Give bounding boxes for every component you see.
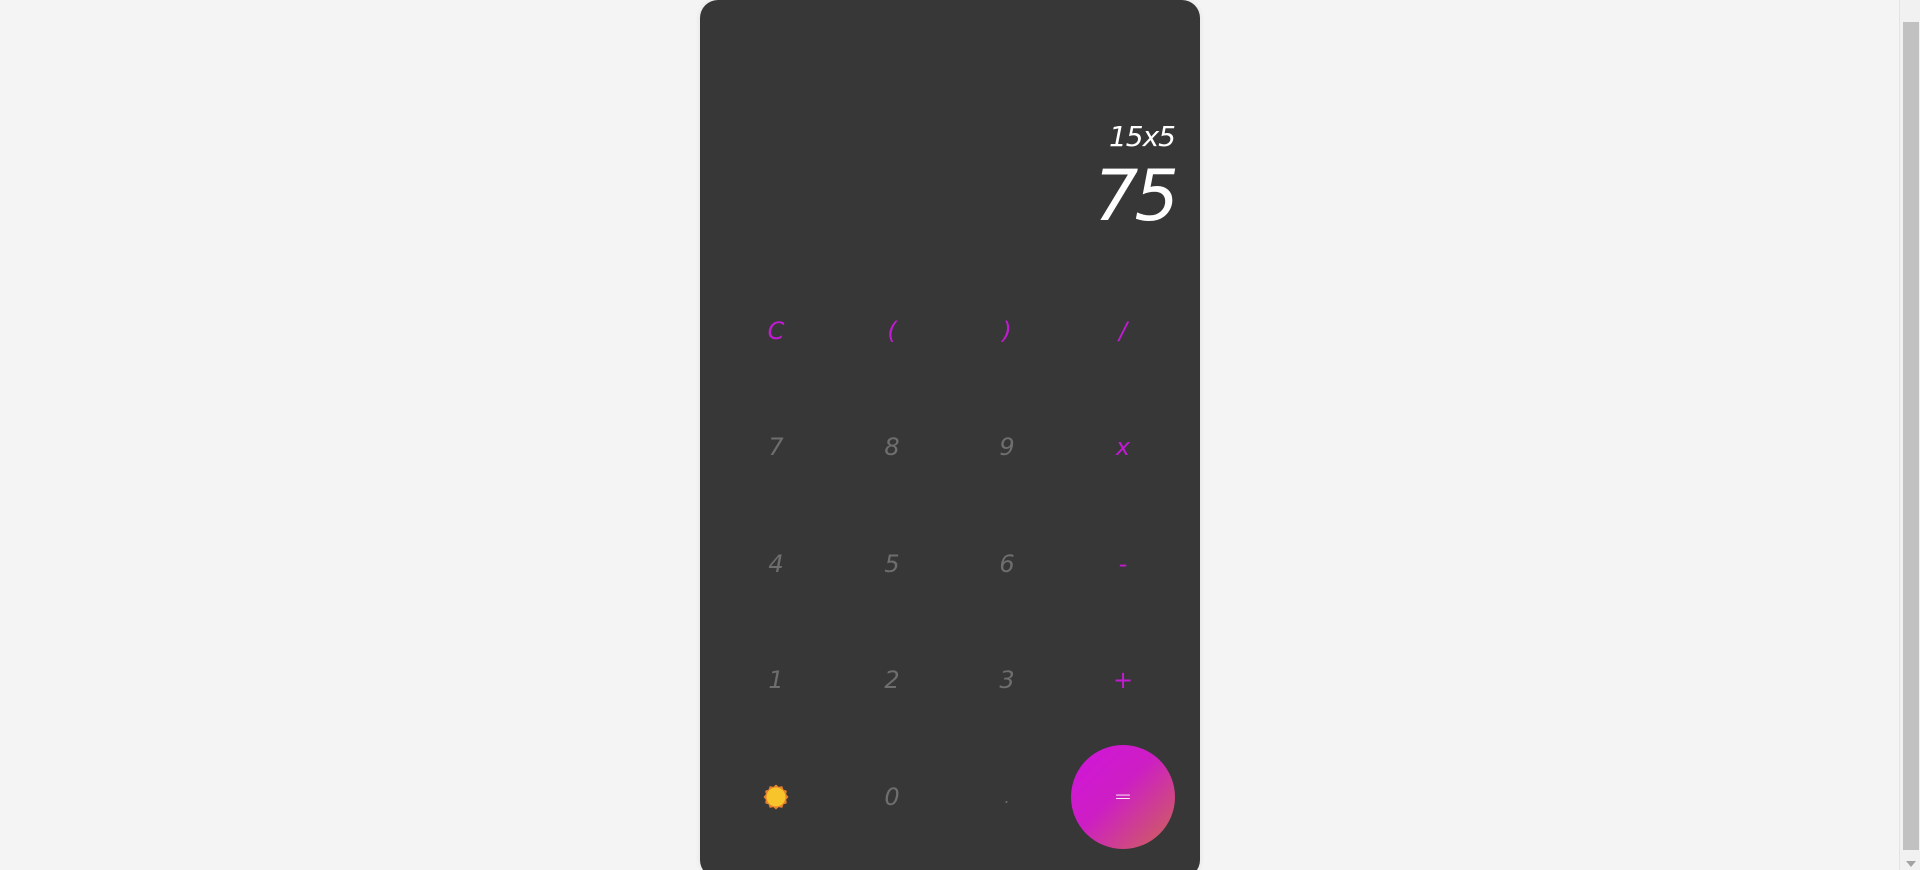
- scroll-down-arrow-icon[interactable]: [1906, 861, 1916, 867]
- equals-button[interactable]: =: [1071, 745, 1175, 849]
- keypad: C()/ 7 8 9 x 4 5 6- 1 2 3 +0. =: [700, 0, 1200, 870]
- digit-5-button[interactable]: 5: [840, 512, 944, 616]
- decimal-button[interactable]: .: [955, 745, 1059, 849]
- multiply-button[interactable]: x: [1071, 395, 1175, 499]
- sun-icon: [763, 784, 789, 810]
- digit-8-button[interactable]: 8: [840, 395, 944, 499]
- digit-4-button[interactable]: 4: [724, 512, 828, 616]
- add-button[interactable]: +: [1071, 628, 1175, 732]
- open-paren-button[interactable]: (: [840, 279, 944, 383]
- theme-toggle-button[interactable]: [756, 777, 796, 817]
- digit-9-button[interactable]: 9: [955, 395, 1059, 499]
- scrollbar-thumb[interactable]: [1903, 22, 1919, 850]
- page: 15x5 75 C()/7 8 9 x 4 5 6-1 2 3 +0. =: [0, 0, 1920, 870]
- digit-6-button[interactable]: 6: [955, 512, 1059, 616]
- subtract-button[interactable]: -: [1071, 512, 1175, 616]
- digit-0-button[interactable]: 0: [840, 745, 944, 849]
- digit-7-button[interactable]: 7: [724, 395, 828, 499]
- digit-3-button[interactable]: 3: [955, 628, 1059, 732]
- vertical-scrollbar[interactable]: [1899, 0, 1920, 870]
- digit-1-button[interactable]: 1: [724, 628, 828, 732]
- divide-button[interactable]: /: [1071, 279, 1175, 383]
- digit-2-button[interactable]: 2: [840, 628, 944, 732]
- close-paren-button[interactable]: ): [955, 279, 1059, 383]
- calculator: 15x5 75 C()/7 8 9 x 4 5 6-1 2 3 +0. =: [700, 0, 1200, 870]
- clear-button[interactable]: C: [724, 279, 828, 383]
